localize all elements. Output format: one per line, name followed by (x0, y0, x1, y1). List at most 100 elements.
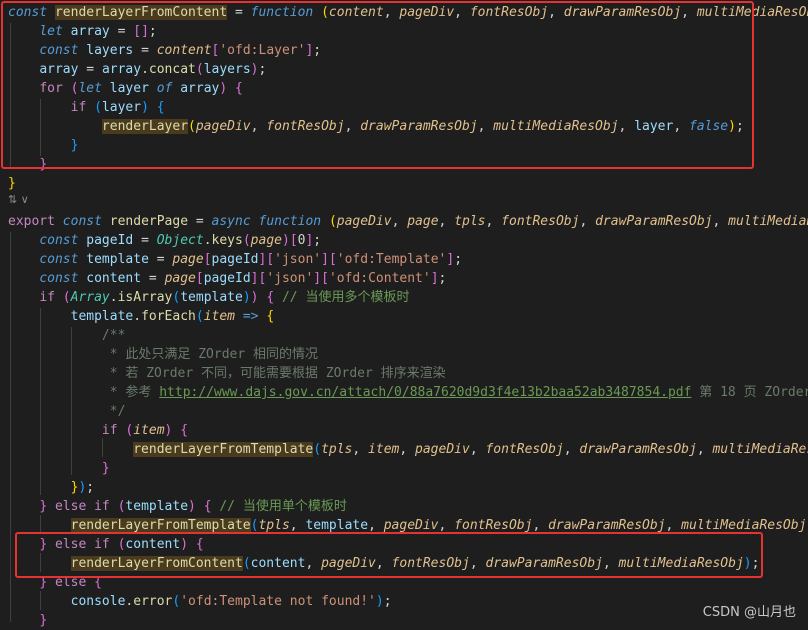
code-token: ] (321, 252, 329, 267)
code-line[interactable]: const renderLayerFromContent = function … (8, 3, 808, 22)
code-token: ) (180, 537, 189, 552)
code-line[interactable]: } (8, 136, 79, 155)
code-line[interactable]: * 此处只满足 ZOrder 相同的情况 (8, 345, 318, 364)
code-token: , (375, 556, 392, 571)
code-token: http://www.dajs.gov.cn/attach/0/88a7620d… (159, 385, 692, 400)
code-token: , (602, 556, 619, 571)
code-line[interactable]: */ (8, 402, 126, 421)
code-line[interactable]: template.forEach(item => { (8, 307, 275, 326)
code-token: , (438, 214, 455, 229)
code-token: drawParamResObj (563, 5, 682, 20)
code-token: * 参考 (109, 385, 160, 400)
code-line[interactable]: } (8, 174, 16, 193)
code-line[interactable]: renderLayerFromTemplate(tpls, item, page… (8, 440, 808, 459)
code-token: array (70, 24, 110, 39)
code-token: } (39, 157, 48, 172)
code-editor[interactable]: const renderLayerFromContent = function … (0, 0, 808, 629)
code-token: ( (94, 100, 102, 115)
code-token: ( (195, 62, 204, 77)
code-token: if (39, 290, 63, 305)
code-token: renderPage (109, 214, 189, 229)
code-token: [ (321, 271, 329, 286)
code-token: [] (133, 24, 149, 39)
code-token: layer (634, 119, 674, 134)
code-line[interactable]: } (8, 155, 47, 174)
code-line[interactable]: renderLayerFromTemplate(tpls, template, … (8, 516, 808, 535)
code-token: renderLayer (101, 119, 189, 134)
code-token: ] (430, 271, 439, 286)
code-token: renderLayerFromTemplate (70, 518, 251, 533)
code-token: Object (156, 233, 204, 248)
code-line[interactable]: renderLayer(pageDiv, fontResObj, drawPar… (8, 117, 744, 136)
code-token: , (477, 119, 494, 134)
code-line[interactable]: let array = []; (8, 22, 157, 41)
code-line[interactable]: const layers = content['ofd:Layer']; (8, 41, 321, 60)
code-line[interactable]: } else { (8, 573, 102, 592)
code-line[interactable]: if (Array.isArray(template)) { // 当使用多个模… (8, 288, 409, 307)
code-line[interactable]: } else if (template) { // 当使用单个模板时 (8, 497, 347, 516)
code-line[interactable]: array = array.concat(layers); (8, 60, 266, 79)
code-token: fontResObj (454, 518, 533, 533)
code-token: template (305, 518, 369, 533)
code-line[interactable]: } (8, 611, 47, 630)
code-token: = (227, 5, 251, 20)
code-token: function (258, 214, 329, 229)
fold-gutter-icon[interactable]: ⇅ ∨ (8, 193, 29, 206)
code-token: , (454, 5, 470, 20)
code-line[interactable]: renderLayerFromContent(content, pageDiv,… (8, 554, 759, 573)
code-line[interactable]: const template = page[pageId]['json']['o… (8, 250, 462, 269)
code-token: , (438, 518, 455, 533)
code-token: content (86, 271, 142, 286)
code-token: layers (203, 62, 251, 77)
code-token: false (688, 119, 729, 134)
code-token: { (156, 100, 165, 115)
code-token: concat (148, 62, 196, 77)
code-line[interactable]: const pageId = Object.keys(page)[0]; (8, 231, 321, 250)
code-token: ; (148, 24, 157, 39)
code-token: , (391, 214, 408, 229)
code-token: , (618, 119, 635, 134)
code-token: keys (211, 233, 243, 248)
code-line[interactable]: * 参考 http://www.dajs.gov.cn/attach/0/88a… (8, 383, 808, 402)
code-line[interactable]: if (layer) { (8, 98, 165, 117)
code-line[interactable]: console.error('ofd:Template not found!')… (8, 592, 392, 611)
code-line[interactable]: for (let layer of array) { (8, 79, 243, 98)
code-token: } (8, 176, 16, 191)
code-token: } (39, 499, 48, 514)
code-token: ( (321, 5, 329, 20)
code-line[interactable]: } else if (content) { (8, 535, 203, 554)
code-token: pageDiv (336, 214, 392, 229)
code-token: , (289, 518, 306, 533)
code-line[interactable]: /** (8, 326, 125, 345)
code-token: pageDiv (195, 119, 251, 134)
code-token: ; (258, 62, 267, 77)
code-token: pageDiv (383, 518, 439, 533)
code-token: ) (188, 499, 196, 514)
code-token: drawParamResObj (579, 442, 697, 457)
code-token: ] (446, 252, 455, 267)
code-token: fontResObj (485, 442, 564, 457)
code-line[interactable]: * 若 ZOrder 不同，可能需要根据 ZOrder 排序来渲染 (8, 364, 446, 383)
code-token: , (532, 518, 549, 533)
code-token: tpls (454, 214, 486, 229)
code-token: multiMediaResOb (696, 5, 808, 20)
code-token: array (39, 62, 79, 77)
code-line[interactable]: const content = page[pageId]['json']['of… (8, 269, 446, 288)
code-line[interactable]: export const renderPage = async function… (8, 212, 808, 231)
code-token: drawParamResObj (548, 518, 666, 533)
code-line[interactable]: } (8, 459, 110, 478)
code-line[interactable]: }); (8, 478, 94, 497)
code-token: tpls (258, 518, 290, 533)
code-line[interactable]: if (item) { (8, 421, 188, 440)
